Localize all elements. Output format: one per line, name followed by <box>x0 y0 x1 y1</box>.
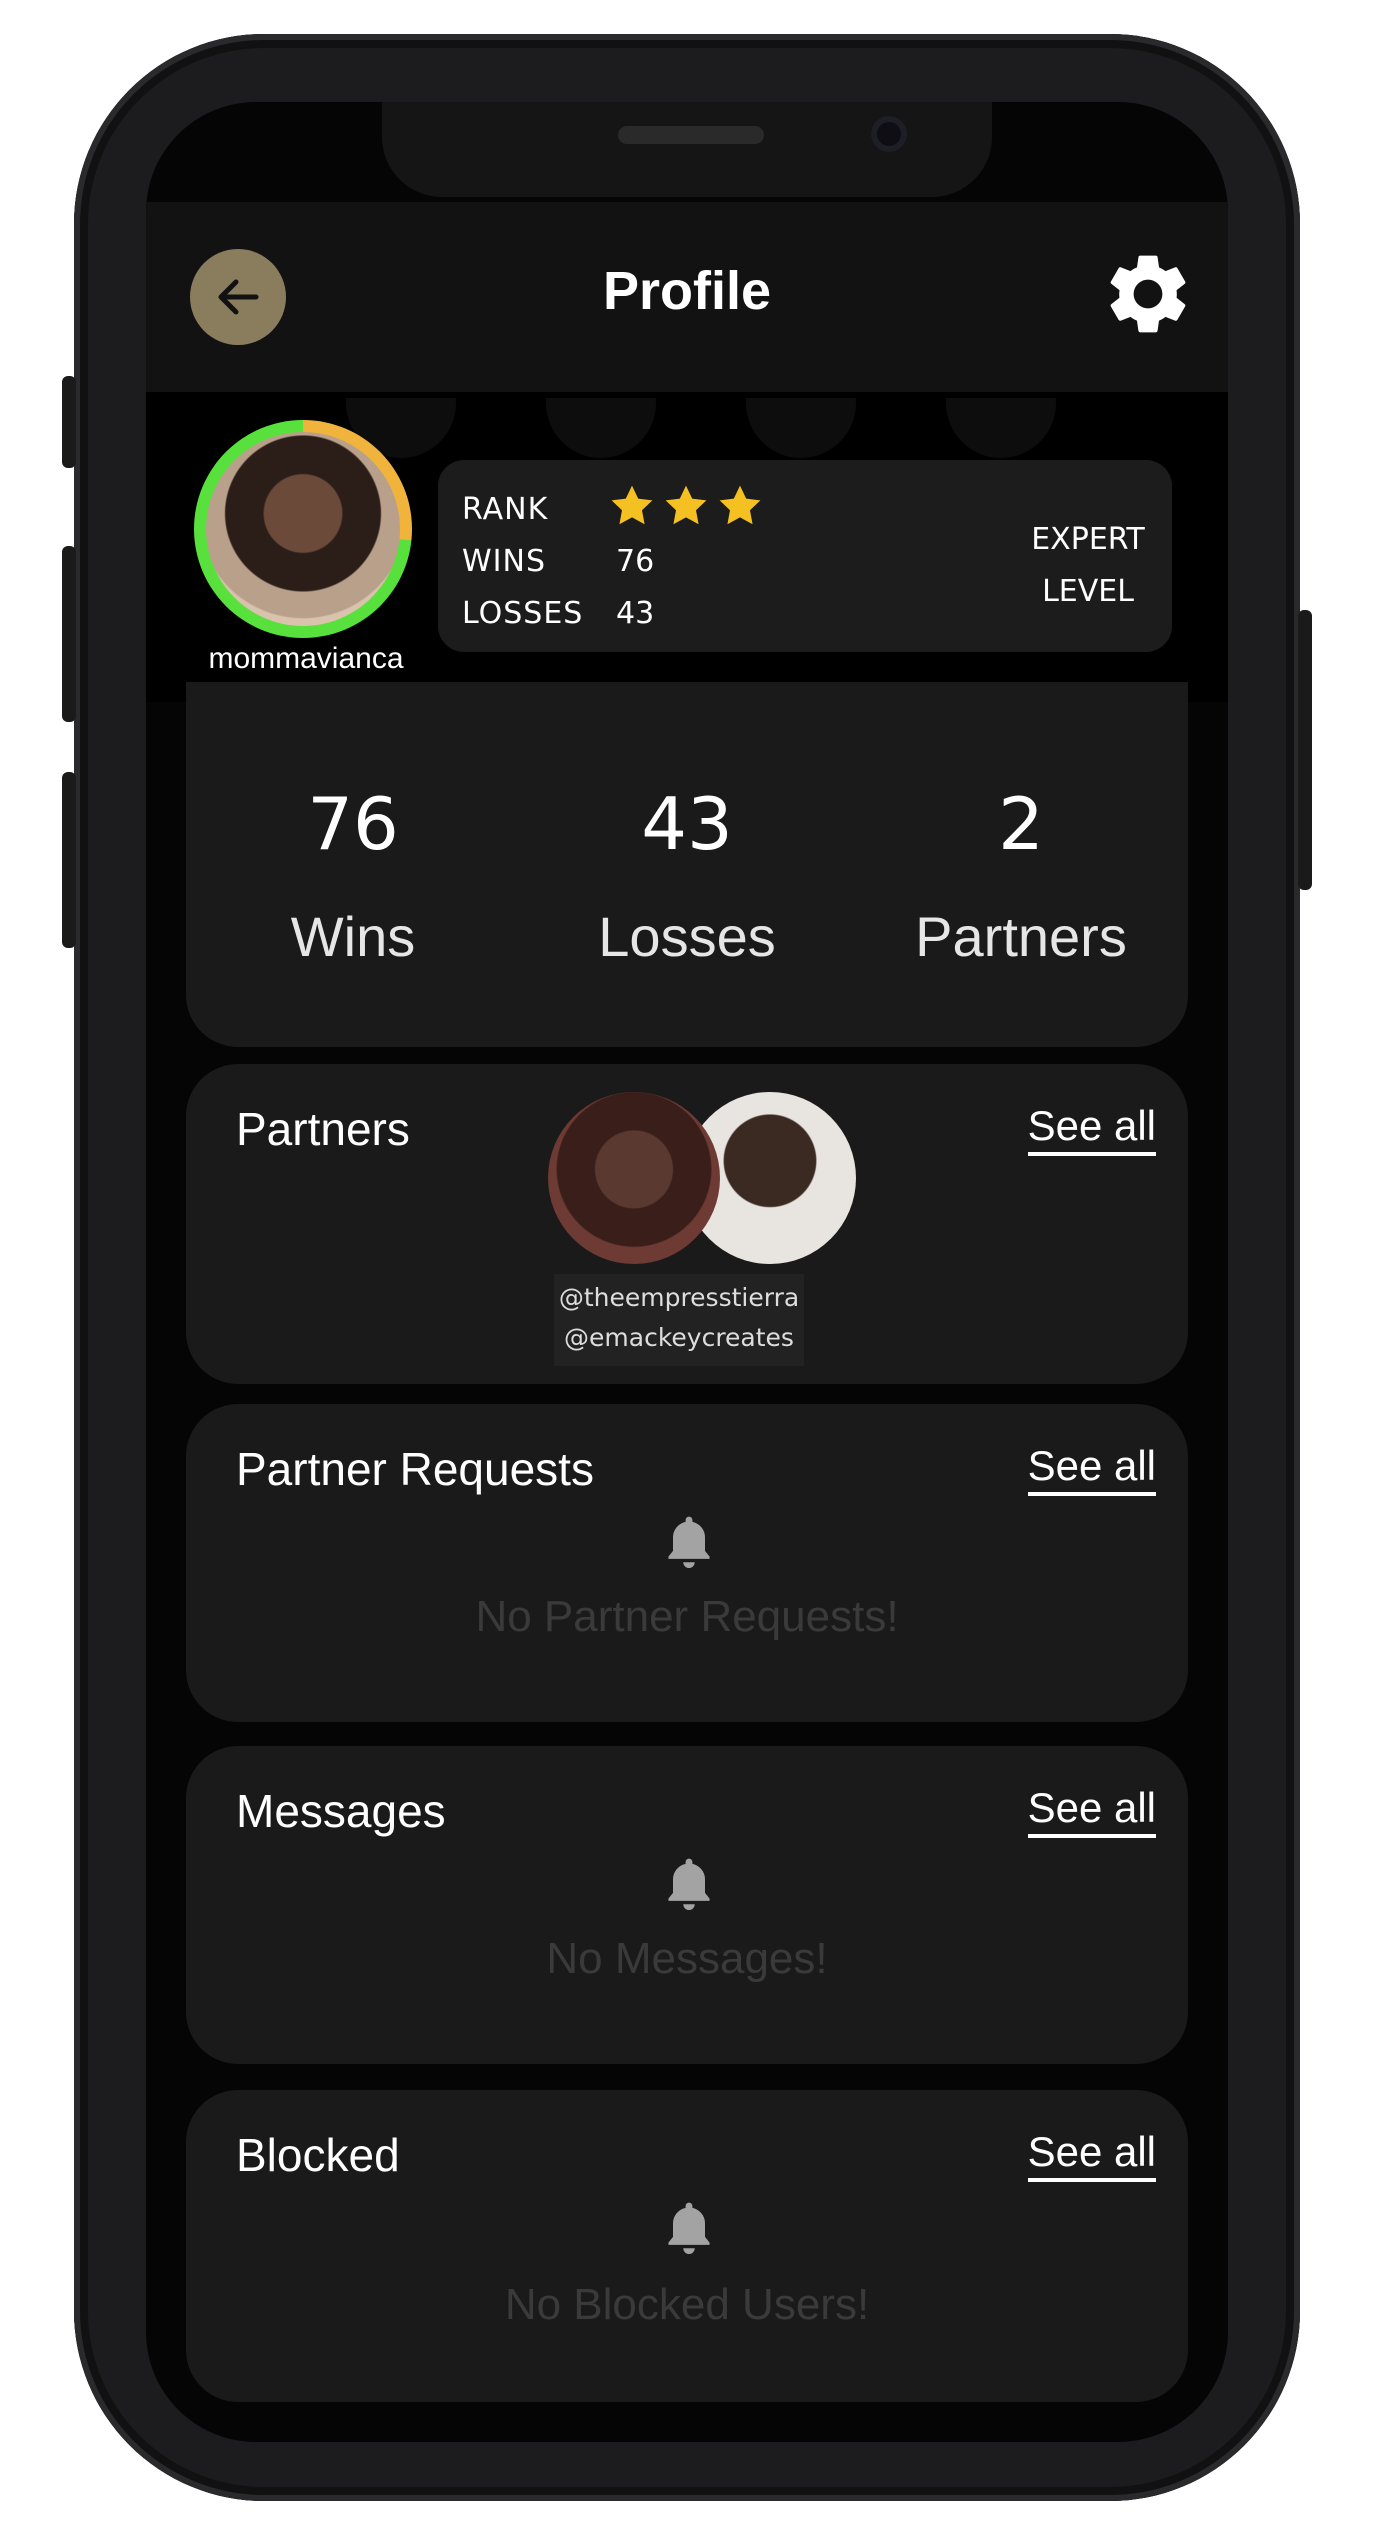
bell-icon <box>668 1858 710 1910</box>
partner-requests-title: Partner Requests <box>236 1443 594 1495</box>
username: mommavianca <box>208 642 404 675</box>
partner-requests-empty-text: No Partner Requests! <box>475 1592 899 1641</box>
speaker-grille <box>618 126 764 144</box>
volume-up-button <box>62 546 76 722</box>
stat-label: Wins <box>290 905 416 968</box>
partner-handles: @theempresstierra @emackeycreates <box>554 1274 804 1366</box>
rank-label: RANK <box>462 492 549 527</box>
messages-empty-text: No Messages! <box>546 1934 828 1983</box>
losses-value: 43 <box>616 596 655 631</box>
star-icon <box>665 485 707 525</box>
level-line-1: EXPERT <box>1031 522 1145 557</box>
partners-see-all-link[interactable]: See all <box>1027 1102 1156 1156</box>
losses-label: LOSSES <box>462 596 584 631</box>
top-bar: Profile <box>146 202 1228 392</box>
page-title: Profile <box>602 261 772 321</box>
mute-switch <box>62 376 76 468</box>
level-line-2: LEVEL <box>1042 574 1134 609</box>
partners-title: Partners <box>236 1103 410 1155</box>
stat-value: 2 <box>998 782 1044 866</box>
blocked-empty-text: No Blocked Users! <box>504 2280 870 2329</box>
partner-requests-see-all-link[interactable]: See all <box>1027 1442 1156 1496</box>
avatar-ring[interactable] <box>194 420 412 638</box>
stats-card: 76 Wins 43 Losses 2 Partners <box>186 682 1188 1047</box>
partner-requests-card: Partner Requests See all No Partner Requ… <box>186 1404 1188 1722</box>
avatar <box>206 432 400 626</box>
banner-pattern <box>746 398 856 458</box>
messages-title: Messages <box>236 1785 446 1837</box>
blocked-card: Blocked See all No Blocked Users! <box>186 2090 1188 2402</box>
partner-handle[interactable]: @emackeycreates <box>554 1318 804 1358</box>
blocked-see-all-link[interactable]: See all <box>1027 2128 1156 2182</box>
star-icon <box>719 485 761 525</box>
star-icon <box>611 485 653 525</box>
messages-card: Messages See all No Messages! <box>186 1746 1188 2064</box>
messages-see-all-link[interactable]: See all <box>1027 1784 1156 1838</box>
stat-label: Partners <box>915 905 1127 968</box>
level-badge: EXPERT LEVEL <box>1008 514 1168 618</box>
phone-screen: Profile mommavianca RANK WINS 76 LOSSES … <box>146 102 1228 2442</box>
banner-pattern <box>546 398 656 458</box>
partner-avatar[interactable] <box>548 1092 720 1264</box>
stat-label: Losses <box>598 905 776 968</box>
profile-banner: mommavianca RANK WINS 76 LOSSES 43 EXPER… <box>146 392 1228 702</box>
front-camera <box>871 116 907 152</box>
wins-value: 76 <box>616 544 655 579</box>
notch <box>382 102 992 197</box>
rank-card: RANK WINS 76 LOSSES 43 EXPERT LEVEL <box>438 460 1172 652</box>
volume-down-button <box>62 772 76 948</box>
gear-icon[interactable] <box>1100 246 1196 342</box>
partners-card: Partners See all @theempresstierra @emac… <box>186 1064 1188 1384</box>
banner-pattern <box>946 398 1056 458</box>
bell-icon <box>668 1516 710 1568</box>
partner-handle[interactable]: @theempresstierra <box>554 1278 804 1318</box>
bell-icon <box>668 2202 710 2254</box>
stat-value: 43 <box>641 782 733 866</box>
wins-label: WINS <box>462 544 546 579</box>
stat-value: 76 <box>307 782 399 866</box>
power-button <box>1298 610 1312 890</box>
blocked-title: Blocked <box>236 2129 400 2181</box>
rank-stars <box>608 482 764 530</box>
